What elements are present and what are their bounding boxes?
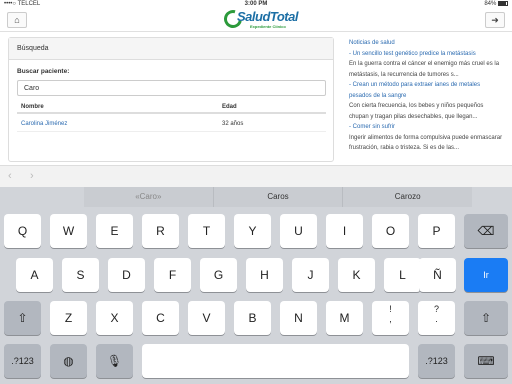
numbers-key-left[interactable]: .?123 [4, 344, 41, 378]
search-panel-title: Búsqueda [9, 38, 333, 60]
form-navigation-bar: ‹ › [0, 167, 512, 187]
key-f[interactable]: F [154, 258, 191, 292]
key-s[interactable]: S [62, 258, 99, 292]
key-u[interactable]: U [280, 214, 317, 248]
news-summary-line: Ingerir alimentos de forma compulsiva pu… [349, 134, 503, 141]
patient-name-link[interactable]: Carolina Jiménez [21, 114, 67, 134]
suggestion-item[interactable]: Carozo [343, 187, 472, 207]
key-v[interactable]: V [188, 301, 225, 335]
key-p[interactable]: P [418, 214, 455, 248]
app-logo: SaludTotal Expediente Clínico [220, 6, 298, 32]
key-q[interactable]: Q [4, 214, 41, 248]
key-d[interactable]: D [108, 258, 145, 292]
table-row[interactable]: Carolina Jiménez 32 años [17, 114, 326, 132]
home-icon: ⌂ [14, 15, 20, 25]
hide-keyboard-key[interactable]: ⌨ [464, 344, 508, 378]
key-question-label: ? [433, 304, 439, 314]
search-label: Buscar paciente: [17, 68, 70, 75]
onscreen-keyboard: «Caro» Caros Carozo Q W E R T Y U I O P … [0, 187, 512, 384]
news-headline-3[interactable]: - Comer sin sufrir [349, 122, 509, 133]
key-l[interactable]: L [384, 258, 421, 292]
go-key[interactable]: Ir [464, 258, 508, 292]
news-headline-2[interactable]: - Crean un método para extraer ianes de … [349, 80, 509, 91]
microphone-icon: 🎙 [106, 354, 123, 368]
clock: 3:00 PM [244, 1, 268, 7]
news-title[interactable]: Noticias de salud [349, 38, 509, 49]
logo-name: SaludTotal [237, 9, 298, 24]
logo-tagline: Expediente Clínico [250, 24, 286, 29]
health-news: Noticias de salud - Un sencillo test gen… [349, 38, 509, 154]
news-summary-line: En la guerra contra el cáncer el enemigo… [349, 61, 500, 67]
key-i[interactable]: I [326, 214, 363, 248]
key-w[interactable]: W [50, 214, 87, 248]
globe-icon: ◍ [63, 354, 74, 368]
key-m[interactable]: M [326, 301, 363, 335]
app-header: ⌂ SaludTotal Expediente Clínico ➜ [0, 6, 512, 32]
key-h[interactable]: H [246, 258, 283, 292]
news-headline-2-cont[interactable]: pesados de la sangre [349, 91, 509, 102]
table-header: Nombre Edad [17, 100, 326, 114]
patient-age: 32 años [222, 121, 244, 127]
suggestion-item[interactable]: «Caro» [84, 187, 214, 207]
key-n[interactable]: N [280, 301, 317, 335]
globe-key[interactable]: ◍ [50, 344, 87, 378]
results-table: Nombre Edad Carolina Jiménez 32 años [17, 100, 326, 132]
key-exclaim-label: ! [389, 304, 392, 314]
news-summary-line: metástasis, la recurrencia de tumores s.… [349, 71, 459, 78]
key-r[interactable]: R [142, 214, 179, 248]
shift-key-right[interactable]: ⇧ [464, 301, 508, 335]
key-x[interactable]: X [96, 301, 133, 335]
key-b[interactable]: B [234, 301, 271, 335]
search-panel: Búsqueda Buscar paciente: Nombre Edad Ca… [8, 37, 334, 162]
key-g[interactable]: G [200, 258, 237, 292]
battery-icon [498, 0, 508, 6]
search-input[interactable] [17, 80, 326, 96]
keyboard-hide-icon: ⌨ [477, 354, 495, 368]
battery-indicator: 84% [484, 0, 508, 8]
key-z[interactable]: Z [50, 301, 87, 335]
suggestion-item[interactable]: Caros [214, 187, 344, 207]
battery-percent: 84% [484, 1, 497, 7]
suggestion-bar: «Caro» Caros Carozo [84, 187, 472, 207]
space-bar[interactable] [142, 344, 409, 378]
key-exclaim-comma[interactable]: !, [372, 301, 409, 335]
next-field-icon[interactable]: › [30, 170, 34, 182]
news-summary-line: frustración, rabia o tristeza. Si es de … [349, 145, 460, 151]
numbers-key-right[interactable]: .?123 [418, 344, 455, 378]
key-a[interactable]: A [16, 258, 53, 292]
previous-field-icon[interactable]: ‹ [8, 170, 12, 182]
key-n-tilde[interactable]: Ñ [419, 258, 456, 292]
home-button[interactable]: ⌂ [7, 12, 27, 28]
news-summary-line: Con cierta frecuencia, los bebes y niños… [349, 103, 484, 109]
key-e[interactable]: E [96, 214, 133, 248]
backspace-key[interactable]: ⌫ [464, 214, 508, 248]
main-content: Búsqueda Buscar paciente: Nombre Edad Ca… [0, 32, 512, 166]
key-comma-label: , [389, 314, 392, 324]
logout-icon: ➜ [491, 15, 499, 25]
news-summary-line: chupan y tragan pilas desechables, que l… [349, 113, 478, 120]
news-headline-1[interactable]: - Un sencillo test genético predice la m… [349, 49, 509, 60]
key-period-label: . [435, 314, 438, 324]
key-c[interactable]: C [142, 301, 179, 335]
shift-icon: ⇧ [480, 311, 492, 325]
status-bar: ••••○ TELCEL 3:00 PM 84% [0, 0, 512, 8]
column-header-name: Nombre [21, 104, 44, 110]
shift-icon: ⇧ [17, 311, 28, 325]
key-o[interactable]: O [372, 214, 409, 248]
logout-button[interactable]: ➜ [485, 12, 505, 28]
key-t[interactable]: T [188, 214, 225, 248]
key-k[interactable]: K [338, 258, 375, 292]
shift-key-left[interactable]: ⇧ [4, 301, 41, 335]
key-question-period[interactable]: ?. [418, 301, 455, 335]
backspace-icon: ⌫ [477, 224, 495, 238]
key-j[interactable]: J [292, 258, 329, 292]
key-y[interactable]: Y [234, 214, 271, 248]
dictation-key[interactable]: 🎙 [96, 344, 133, 378]
column-header-age: Edad [222, 104, 237, 110]
